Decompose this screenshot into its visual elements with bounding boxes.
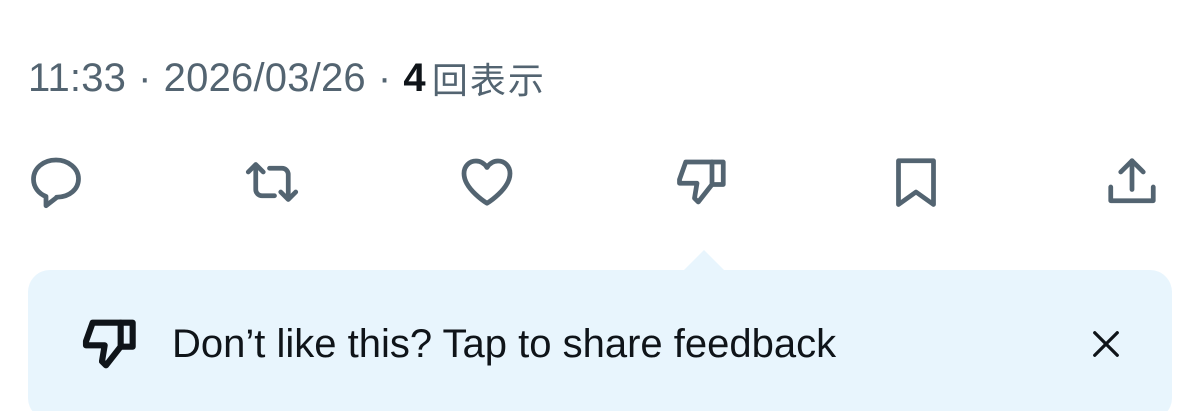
share-icon xyxy=(1108,158,1156,204)
tweet-footer: 11:33 · 2026/03/26 · 4 回表示 Don’t like th… xyxy=(0,0,1200,411)
banner-pointer xyxy=(682,250,726,272)
reply-icon xyxy=(31,157,81,209)
repost-button[interactable] xyxy=(240,150,304,214)
thumbs-down-icon xyxy=(82,319,136,369)
bookmark-icon xyxy=(896,158,936,207)
bookmark-button[interactable] xyxy=(884,150,948,214)
dislike-button[interactable] xyxy=(670,150,734,214)
feedback-text[interactable]: Don’t like this? Tap to share feedback xyxy=(172,318,836,370)
close-icon xyxy=(1093,331,1119,357)
post-meta: 11:33 · 2026/03/26 · 4 回表示 xyxy=(28,52,546,104)
views-count: 4 xyxy=(403,55,426,100)
share-button[interactable] xyxy=(1100,150,1164,214)
reply-button[interactable] xyxy=(24,150,88,214)
thumbs-down-icon xyxy=(677,159,726,205)
views-label: 回表示 xyxy=(431,61,546,102)
like-button[interactable] xyxy=(455,150,519,214)
heart-icon xyxy=(461,158,513,206)
meta-separator: · xyxy=(377,55,392,100)
post-time: 11:33 xyxy=(28,55,127,100)
meta-separator: · xyxy=(138,55,152,100)
repost-icon xyxy=(245,162,299,202)
post-date: 2026/03/26 xyxy=(163,55,366,100)
close-button[interactable] xyxy=(1082,320,1130,368)
